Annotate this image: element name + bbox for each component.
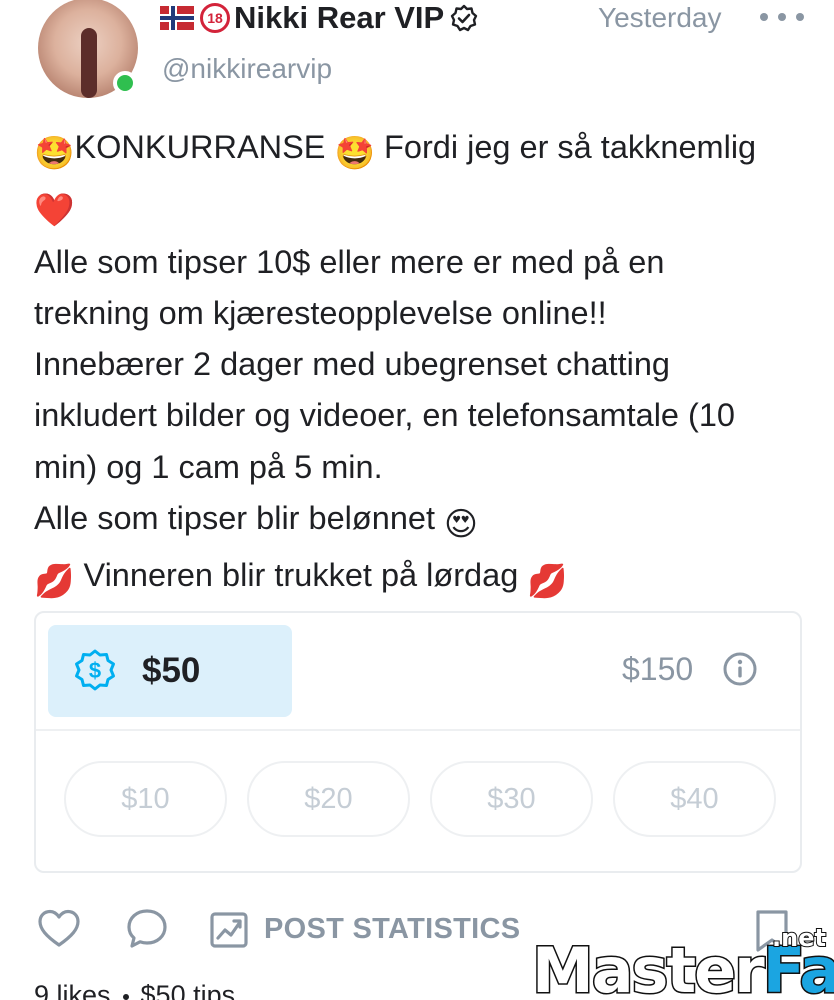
heart-icon[interactable] [36,906,82,952]
post-timestamp: Yesterday [598,2,722,33]
post-line: inkludert bilder og videoer, en telefons… [34,397,735,434]
comment-icon[interactable] [124,906,170,952]
red-heart-emoji: ❤️ [34,192,75,229]
post-line: min) og 1 cam på 5 min. [34,448,383,485]
tip-option-30[interactable]: $30 [430,761,593,837]
post-line: 💋 Vinneren blir trukket på lørdag 💋 [34,550,814,607]
star-struck-emoji: 🤩 [334,135,375,171]
post-line: Alle som tipser 10$ eller mere er med på… [34,243,665,280]
tip-divider [36,729,800,731]
svg-text:$: $ [89,658,101,683]
tip-current-amount-box: $ $50 [48,625,292,717]
tip-current-amount: $50 [142,651,201,690]
likes-count[interactable]: 9 likes [34,980,111,1000]
more-options-button[interactable] [760,4,804,30]
post-line: Innebærer 2 dager med ubegrenset chattin… [34,346,670,383]
author-name-row[interactable]: 18 Nikki Rear VIP [160,0,478,36]
tip-goal-amount: $150 [622,651,694,687]
tip-option-20[interactable]: $20 [247,761,410,837]
more-dots-icon [760,13,768,21]
masterfap-watermark: MasterFap .net [532,924,834,1000]
verified-badge-icon [451,4,478,32]
post-text: 🤩KONKURRANSE 🤩 Fordi jeg er så takknemli… [34,122,814,608]
post-line: ❤️ [34,179,814,236]
post-actions: POST STATISTICS [36,906,520,952]
author-display-name[interactable]: Nikki Rear VIP [234,0,444,36]
post-line: 🤩KONKURRANSE 🤩 Fordi jeg er så takknemli… [34,122,814,179]
online-status-dot [113,71,137,95]
heart-eyes-emoji: 😍 [444,506,478,543]
tips-count[interactable]: $50 tips [141,980,236,1000]
post-counts: 9 likes $50 tips [34,980,235,1000]
svg-text:.net: .net [772,924,826,952]
author-handle[interactable]: @nikkirearvip [162,53,332,85]
norway-flag-icon [160,6,194,30]
chart-icon [210,912,248,948]
star-struck-emoji: 🤩 [34,135,75,171]
tip-options: $10 $20 $30 $40 [64,761,776,837]
kiss-mark-emoji: 💋 [34,563,75,600]
post-line: trekning om kjæresteopplevelse online!! [34,294,607,331]
info-icon[interactable] [722,651,758,687]
dollar-badge-icon: $ [75,649,115,691]
post-statistics-label: POST STATISTICS [264,912,521,945]
kiss-mark-emoji: 💋 [527,563,568,600]
tip-goal-card: $ $50 $150 $10 $20 $30 $40 [34,611,802,873]
post-statistics-button[interactable]: POST STATISTICS [208,908,520,950]
age-18-badge: 18 [200,3,230,33]
tip-option-40[interactable]: $40 [613,761,776,837]
post-line: Alle som tipser blir belønnet 😍 [34,493,814,550]
tip-option-10[interactable]: $10 [64,761,227,837]
